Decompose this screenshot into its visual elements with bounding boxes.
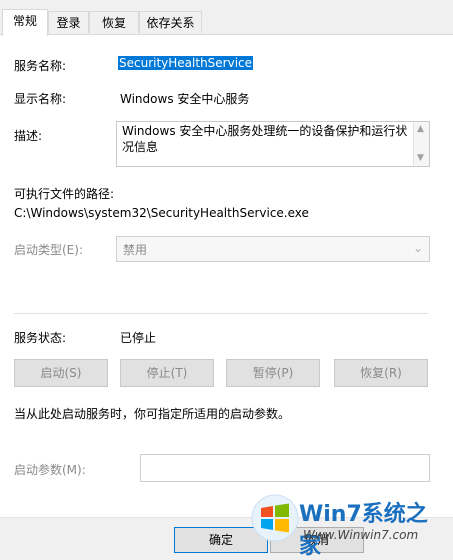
scroll-down-icon[interactable]: ▼	[417, 153, 424, 163]
startup-type-value: 禁用	[123, 243, 148, 257]
startup-type-label: 启动类型(E):	[14, 243, 83, 257]
description-text: Windows 安全中心服务处理统一的设备保护和运行状况信息	[122, 124, 408, 154]
service-status-value: 已停止	[120, 331, 157, 345]
start-button[interactable]: 启动(S)	[14, 359, 108, 387]
tab-general[interactable]: 常规	[2, 9, 48, 36]
tab-logon[interactable]: 登录	[48, 11, 89, 33]
pause-button[interactable]: 暂停(P)	[226, 359, 320, 387]
start-params-hint: 当从此处启动服务时，你可指定所适用的启动参数。	[14, 407, 291, 421]
watermark: Win7系统之家 Www.Winwin7.com	[251, 494, 447, 559]
resume-button[interactable]: 恢复(R)	[334, 359, 428, 387]
windows-logo-icon	[251, 494, 299, 542]
chevron-down-icon: ⌄	[412, 241, 423, 255]
service-name-text[interactable]: SecurityHealthService	[118, 56, 254, 70]
startup-type-select[interactable]: 禁用 ⌄	[116, 236, 430, 262]
exe-path-value: C:\Windows\system32\SecurityHealthServic…	[14, 206, 309, 220]
start-params-label: 启动参数(M):	[14, 463, 86, 477]
service-status-label: 服务状态:	[14, 331, 67, 345]
service-name-label: 服务名称:	[14, 59, 67, 73]
start-params-input[interactable]	[140, 454, 430, 482]
description-scrollbar[interactable]: ▲ ▼	[413, 122, 429, 166]
watermark-url: Www.Winwin7.com	[303, 528, 419, 542]
scroll-up-icon[interactable]: ▲	[417, 124, 424, 134]
tab-bar: 常规 登录 恢复 依存关系	[0, 0, 453, 36]
exe-path-label: 可执行文件的路径:	[14, 187, 115, 201]
description-label: 描述:	[14, 129, 43, 143]
stop-button[interactable]: 停止(T)	[120, 359, 214, 387]
service-name-value[interactable]: SecurityHealthService	[118, 56, 254, 70]
display-name-label: 显示名称:	[14, 92, 67, 106]
tab-dependencies[interactable]: 依存关系	[139, 11, 202, 33]
tab-recovery[interactable]: 恢复	[89, 11, 139, 33]
divider	[14, 313, 428, 314]
description-box[interactable]: Windows 安全中心服务处理统一的设备保护和运行状况信息 ▲ ▼	[116, 121, 430, 167]
display-name-value: Windows 安全中心服务	[120, 92, 250, 106]
